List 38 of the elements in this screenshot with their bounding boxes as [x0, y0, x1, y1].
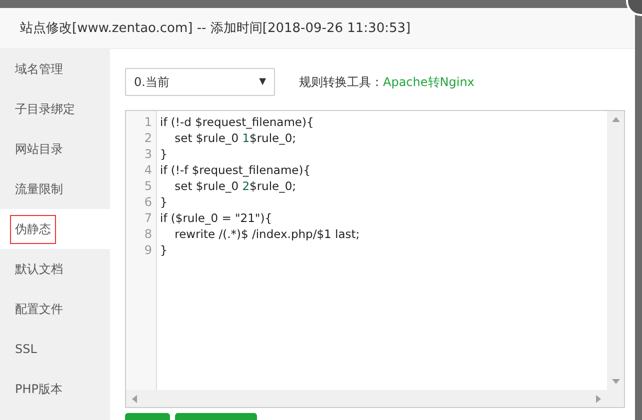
sidebar-item[interactable]: SSL [0, 329, 110, 369]
code-line: } [160, 194, 168, 210]
line-number: 8 [143, 226, 153, 242]
line-number: 5 [143, 178, 153, 194]
vertical-scrollbar[interactable] [607, 111, 624, 390]
sidebar-item[interactable]: PHP版本 [0, 369, 110, 409]
line-number: 3 [143, 146, 153, 162]
sidebar-item[interactable]: 伪静态 [0, 209, 110, 249]
sidebar-item[interactable]: 子目录绑定 [0, 89, 110, 129]
code-line: set $rule_0 1$rule_0; [174, 130, 298, 146]
code-line: if (!-f $request_filename){ [160, 162, 312, 178]
code-line: } [160, 146, 168, 162]
line-number: 4 [143, 162, 153, 178]
rule-select[interactable]: 0.当前 ▼ [125, 68, 275, 96]
horizontal-scrollbar[interactable] [126, 390, 624, 407]
converter-label: 规则转换工具： [299, 74, 383, 90]
scroll-left-icon[interactable] [132, 394, 137, 402]
code-editor[interactable]: 1 2 3 4 5 6 7 8 9 if (!-d $request_filename){ set $rule_0 1$rule_0; } if (!-f $request_filename){ set $rule_0 2$rule_0; } if ($rule_0 = "21"){ rewrite /(.*)$ /index.php/$1 last; } [125, 110, 625, 408]
line-number: 9 [143, 242, 153, 258]
code-line: if ($rule_0 = "21"){ [160, 210, 274, 226]
code-line: rewrite /(.*)$ /index.php/$1 last; [174, 226, 361, 242]
scroll-up-icon[interactable] [612, 117, 620, 122]
dialog-title: 站点修改[www.zentao.com] -- 添加时间[2018-09-26 11:30:53] [20, 20, 411, 37]
line-number: 7 [143, 210, 153, 226]
code-line: if (!-d $request_filename){ [160, 114, 315, 130]
caret-icon: ▼ [259, 77, 266, 87]
sidebar-item[interactable]: 配置文件 [0, 289, 110, 329]
code-line: } [160, 242, 168, 258]
sidebar-item[interactable]: 流量限制 [0, 169, 110, 209]
scroll-down-icon[interactable] [612, 379, 620, 384]
line-number: 2 [143, 130, 153, 146]
code-line: set $rule_0 2$rule_0; [174, 178, 298, 194]
line-number: 1 [143, 114, 153, 130]
sidebar-item[interactable]: 域名管理 [0, 49, 110, 89]
sidebar-item[interactable]: 网站目录 [0, 129, 110, 169]
line-number: 6 [143, 194, 153, 210]
sidebar-item[interactable]: 默认文档 [0, 249, 110, 289]
scroll-right-icon[interactable] [596, 394, 601, 402]
